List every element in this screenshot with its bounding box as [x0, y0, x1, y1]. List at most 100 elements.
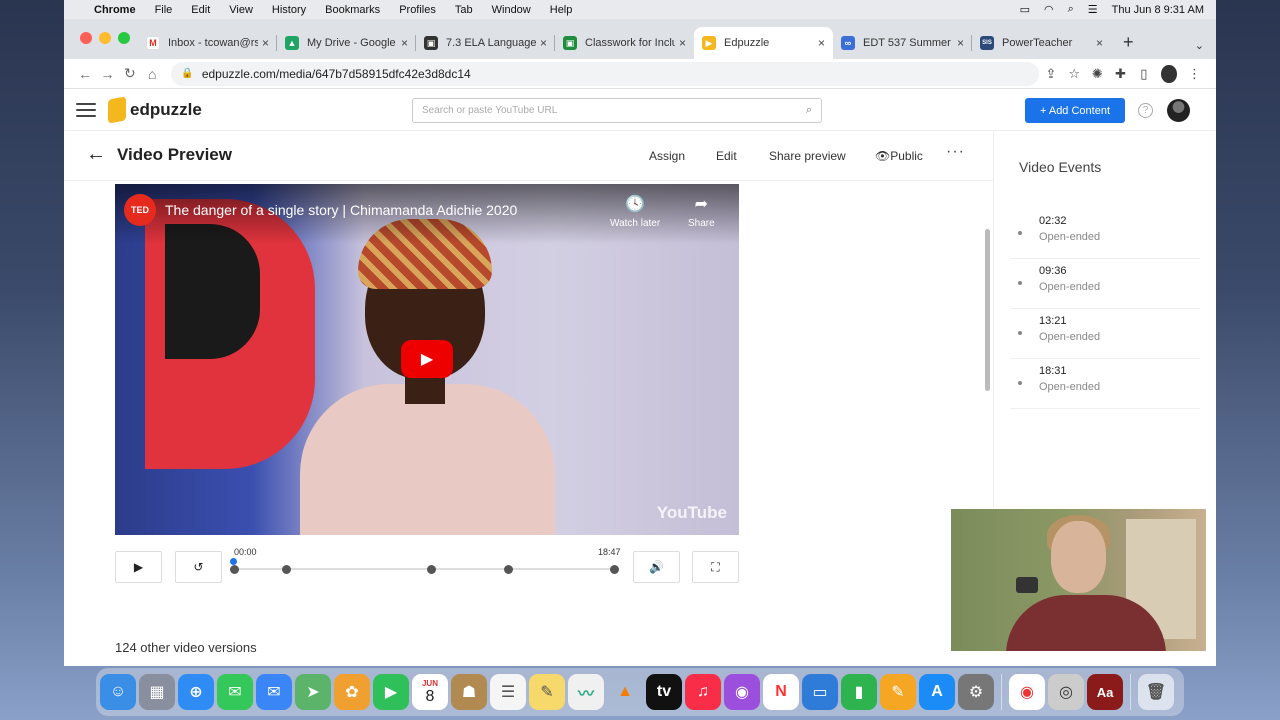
home-icon[interactable]: ⌂ [141, 66, 163, 82]
edit-button[interactable]: Edit [716, 149, 737, 163]
close-tab-icon[interactable]: × [540, 36, 547, 50]
screen-recorder-icon[interactable]: ◎ [1048, 674, 1084, 710]
apple-tv-icon[interactable]: tv [646, 674, 682, 710]
calendar-icon[interactable]: JUN 8 [412, 674, 448, 710]
app-store-icon[interactable]: A [919, 674, 955, 710]
playhead[interactable] [230, 558, 237, 565]
side-panel-icon[interactable]: ▯ [1132, 66, 1155, 82]
question-marker[interactable] [282, 565, 291, 574]
menu-view[interactable]: View [229, 4, 253, 16]
question-marker[interactable] [427, 565, 436, 574]
mail-icon[interactable]: ✉ [256, 674, 292, 710]
close-tab-icon[interactable]: × [818, 36, 825, 50]
progress-track[interactable] [234, 568, 614, 570]
question-marker[interactable] [610, 565, 619, 574]
question-marker[interactable] [230, 565, 239, 574]
event-item[interactable]: 09:36 Open-ended [1010, 261, 1200, 309]
freeform-icon[interactable]: 〰 [568, 674, 604, 710]
close-tab-icon[interactable]: × [679, 36, 686, 50]
reload-icon[interactable]: ↻ [119, 65, 141, 82]
system-settings-icon[interactable]: ⚙ [958, 674, 994, 710]
lock-icon[interactable]: 🔒 [181, 68, 193, 79]
search-icon[interactable]: ⌕ [806, 104, 812, 117]
event-item[interactable]: 13:21 Open-ended [1010, 311, 1200, 359]
podcasts-icon[interactable]: ◉ [724, 674, 760, 710]
chrome-menu-icon[interactable]: ⋮ [1183, 66, 1206, 82]
address-bar[interactable]: 🔒 edpuzzle.com/media/647b7d58915dfc42e3d… [171, 61, 1040, 86]
close-tab-icon[interactable]: × [401, 36, 408, 50]
facetime-icon[interactable]: ▶ [373, 674, 409, 710]
url-text[interactable]: edpuzzle.com/media/647b7d58915dfc42e3d8d… [202, 67, 471, 81]
share-button[interactable]: ➦ Share [688, 194, 715, 229]
bookmark-star-icon[interactable]: ☆ [1063, 66, 1086, 82]
scrollbar-thumb[interactable] [985, 229, 990, 391]
youtube-watermark[interactable]: YouTube [657, 503, 727, 523]
trash-icon[interactable]: 🗑 [1138, 674, 1174, 710]
tab-search-chevron-icon[interactable]: ⌄ [1195, 39, 1204, 52]
pages-icon[interactable]: ✎ [880, 674, 916, 710]
profile-avatar[interactable] [1161, 64, 1177, 83]
event-item[interactable]: 02:32 Open-ended [1010, 211, 1200, 259]
launchpad-icon[interactable]: ▦ [139, 674, 175, 710]
menu-file[interactable]: File [155, 4, 173, 16]
numbers-icon[interactable]: ▮ [841, 674, 877, 710]
vlc-icon[interactable]: ▲ [607, 674, 643, 710]
share-icon[interactable]: ⇪ [1039, 66, 1062, 82]
video-player[interactable]: TED The danger of a single story | Chima… [115, 184, 739, 535]
messages-icon[interactable]: ✉ [217, 674, 253, 710]
assign-button[interactable]: Assign [649, 149, 685, 163]
volume-button[interactable]: 🔊 [633, 551, 680, 583]
search-input[interactable]: Search or paste YouTube URL ⌕ [412, 98, 822, 123]
hamburger-menu-icon[interactable] [76, 102, 96, 117]
question-marker[interactable] [504, 565, 513, 574]
safari-icon[interactable]: ⊕ [178, 674, 214, 710]
extensions-puzzle-icon[interactable]: ✚ [1109, 66, 1132, 82]
news-icon[interactable]: N [763, 674, 799, 710]
back-arrow-icon[interactable]: ← [86, 143, 106, 166]
close-tab-icon[interactable]: × [1096, 36, 1103, 50]
reminders-icon[interactable]: ☰ [490, 674, 526, 710]
user-avatar[interactable] [1167, 99, 1190, 122]
event-item[interactable]: 18:31 Open-ended [1010, 361, 1200, 409]
keynote-icon[interactable]: ▭ [802, 674, 838, 710]
tab-powerteacher[interactable]: SIS PowerTeacher × [972, 27, 1111, 59]
watch-later-button[interactable]: 🕓 Watch later [610, 194, 660, 229]
tab-classwork[interactable]: ▣ Classwork for Inclu × [555, 27, 694, 59]
tab-edt-537[interactable]: ∞ EDT 537 Summer 2 × [833, 27, 972, 59]
more-options-icon[interactable]: ··· [946, 143, 965, 161]
menu-edit[interactable]: Edit [191, 4, 210, 16]
edpuzzle-logo[interactable]: edpuzzle [108, 95, 202, 124]
menu-bookmarks[interactable]: Bookmarks [325, 4, 380, 16]
music-icon[interactable]: ♫ [685, 674, 721, 710]
wifi-icon[interactable]: ◠ [1044, 3, 1054, 16]
tab-ela-language[interactable]: ▣ 7.3 ELA Language × [416, 27, 555, 59]
extension-icon[interactable]: ✺ [1086, 66, 1109, 82]
webcam-overlay[interactable] [949, 507, 1208, 653]
video-title[interactable]: The danger of a single story | Chimamand… [165, 202, 517, 218]
menu-help[interactable]: Help [550, 4, 573, 16]
maps-icon[interactable]: ➤ [295, 674, 331, 710]
add-content-button[interactable]: + Add Content [1025, 98, 1125, 123]
menu-window[interactable]: Window [492, 4, 531, 16]
share-preview-button[interactable]: Share preview [769, 149, 846, 163]
menu-clock[interactable]: Thu Jun 8 9:31 AM [1112, 4, 1204, 16]
public-toggle[interactable]: 👁Public [875, 149, 923, 163]
back-icon[interactable]: ← [74, 66, 96, 82]
play-button[interactable]: ▶ [115, 551, 162, 583]
youtube-play-button[interactable]: ▶ [401, 340, 453, 378]
menu-tab[interactable]: Tab [455, 4, 473, 16]
other-versions-link[interactable]: 124 other video versions [115, 640, 257, 655]
zoom-window-button[interactable] [118, 32, 130, 44]
photos-icon[interactable]: ✿ [334, 674, 370, 710]
close-tab-icon[interactable]: × [262, 36, 269, 50]
finder-icon[interactable]: ☺ [100, 674, 136, 710]
chrome-icon[interactable]: ◉ [1009, 674, 1045, 710]
tab-google-drive[interactable]: ▲ My Drive - Google × [277, 27, 416, 59]
new-tab-button[interactable]: + [1123, 32, 1134, 53]
close-window-button[interactable] [80, 32, 92, 44]
dictionary-icon[interactable]: Aa [1087, 674, 1123, 710]
tab-gmail[interactable]: M Inbox - tcowan@rs × [138, 27, 277, 59]
tab-edpuzzle[interactable]: ▶ Edpuzzle × [694, 27, 833, 59]
notes-icon[interactable]: ✎ [529, 674, 565, 710]
control-center-icon[interactable]: ☰ [1088, 3, 1098, 16]
